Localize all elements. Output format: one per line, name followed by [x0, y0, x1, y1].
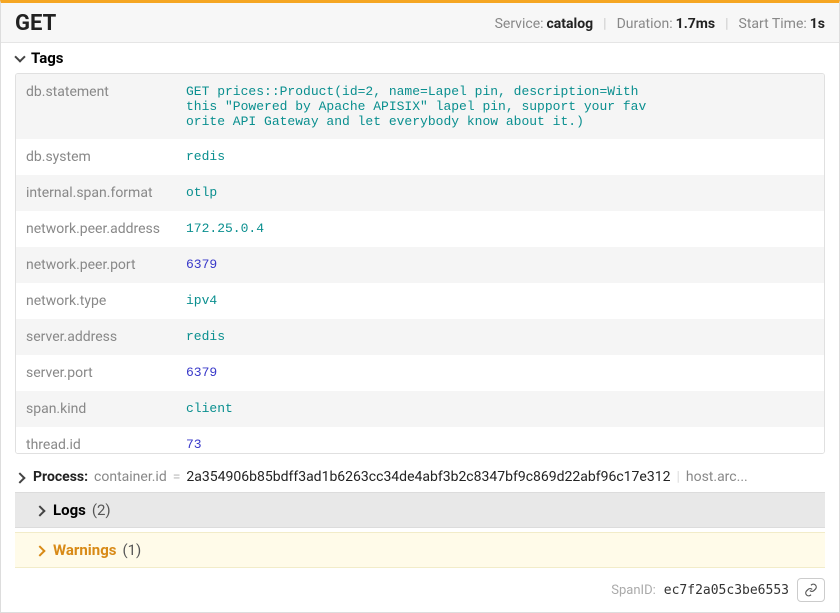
- tag-value: 172.25.0.4: [186, 221, 814, 237]
- duration-value: 1.7ms: [676, 16, 715, 32]
- tag-key: thread.id: [26, 437, 186, 453]
- chevron-right-icon: [35, 504, 47, 516]
- operation-name: GET: [15, 11, 495, 36]
- equals-sign: =: [173, 469, 181, 485]
- tag-key: server.port: [26, 365, 186, 381]
- tag-key: db.system: [26, 149, 186, 165]
- warnings-label: Warnings: [53, 541, 116, 559]
- tags-section-header[interactable]: Tags: [1, 43, 839, 73]
- start-meta: Start Time: 1s: [739, 16, 825, 32]
- tag-value: client: [186, 401, 814, 417]
- chevron-right-icon: [35, 544, 47, 556]
- link-icon: [804, 583, 818, 597]
- tag-key: network.type: [26, 293, 186, 309]
- tag-row: span.kind client: [16, 391, 824, 427]
- service-label: Service:: [495, 16, 544, 32]
- start-value: 1s: [810, 16, 825, 32]
- meta-separator: |: [725, 16, 728, 32]
- duration-label: Duration:: [617, 16, 673, 32]
- span-id-value: ec7f2a05c3be6553: [664, 583, 789, 598]
- process-section-header[interactable]: Process: container.id = 2a354906b85bdff3…: [1, 462, 839, 492]
- separator: |: [676, 469, 679, 485]
- header-meta: Service: catalog | Duration: 1.7ms | Sta…: [495, 16, 825, 32]
- tag-key: internal.span.format: [26, 185, 186, 201]
- tag-value: ipv4: [186, 293, 814, 309]
- tag-value: 73: [186, 437, 814, 453]
- tags-title: Tags: [31, 49, 64, 67]
- warnings-section-header[interactable]: Warnings (1): [15, 532, 825, 568]
- tag-row: db.statement GET prices::Product(id=2, n…: [16, 74, 824, 139]
- meta-separator: |: [603, 16, 606, 32]
- span-id-label: SpanID:: [611, 583, 655, 598]
- start-label: Start Time:: [739, 16, 807, 32]
- tag-row: server.port 6379: [16, 355, 824, 391]
- duration-meta: Duration: 1.7ms: [617, 16, 716, 32]
- tag-value: 6379: [186, 365, 814, 381]
- tag-row: db.system redis: [16, 139, 824, 175]
- process-key: container.id: [94, 469, 167, 485]
- tag-row: thread.id 73: [16, 427, 824, 454]
- warnings-count: (1): [122, 541, 141, 559]
- tag-value: GET prices::Product(id=2, name=Lapel pin…: [186, 84, 814, 129]
- header: GET Service: catalog | Duration: 1.7ms |…: [1, 3, 839, 43]
- chevron-down-icon: [15, 52, 27, 64]
- logs-count: (2): [92, 501, 111, 519]
- tag-key: network.peer.address: [26, 221, 186, 237]
- tag-row: internal.span.format otlp: [16, 175, 824, 211]
- tag-row: network.type ipv4: [16, 283, 824, 319]
- tags-table: db.statement GET prices::Product(id=2, n…: [15, 73, 825, 454]
- tag-key: server.address: [26, 329, 186, 345]
- footer: SpanID: ec7f2a05c3be6553: [1, 568, 839, 612]
- process-label: Process:: [33, 469, 88, 485]
- process-next-key: host.arc...: [686, 469, 748, 485]
- tag-row: server.address redis: [16, 319, 824, 355]
- tag-key: span.kind: [26, 401, 186, 417]
- tag-value: redis: [186, 149, 814, 165]
- process-value: 2a354906b85bdff3ad1b6263cc34de4abf3b2c83…: [186, 469, 670, 485]
- span-detail-panel: GET Service: catalog | Duration: 1.7ms |…: [0, 0, 840, 613]
- service-meta: Service: catalog: [495, 16, 594, 32]
- logs-label: Logs: [53, 501, 86, 519]
- tag-key: db.statement: [26, 84, 186, 129]
- logs-section-header[interactable]: Logs (2): [15, 492, 825, 528]
- chevron-right-icon: [15, 471, 27, 483]
- tag-value: redis: [186, 329, 814, 345]
- copy-link-button[interactable]: [797, 578, 825, 602]
- service-value: catalog: [547, 16, 594, 32]
- tag-value: 6379: [186, 257, 814, 273]
- tag-row: network.peer.port 6379: [16, 247, 824, 283]
- tag-row: network.peer.address 172.25.0.4: [16, 211, 824, 247]
- tag-key: network.peer.port: [26, 257, 186, 273]
- tag-value: otlp: [186, 185, 814, 201]
